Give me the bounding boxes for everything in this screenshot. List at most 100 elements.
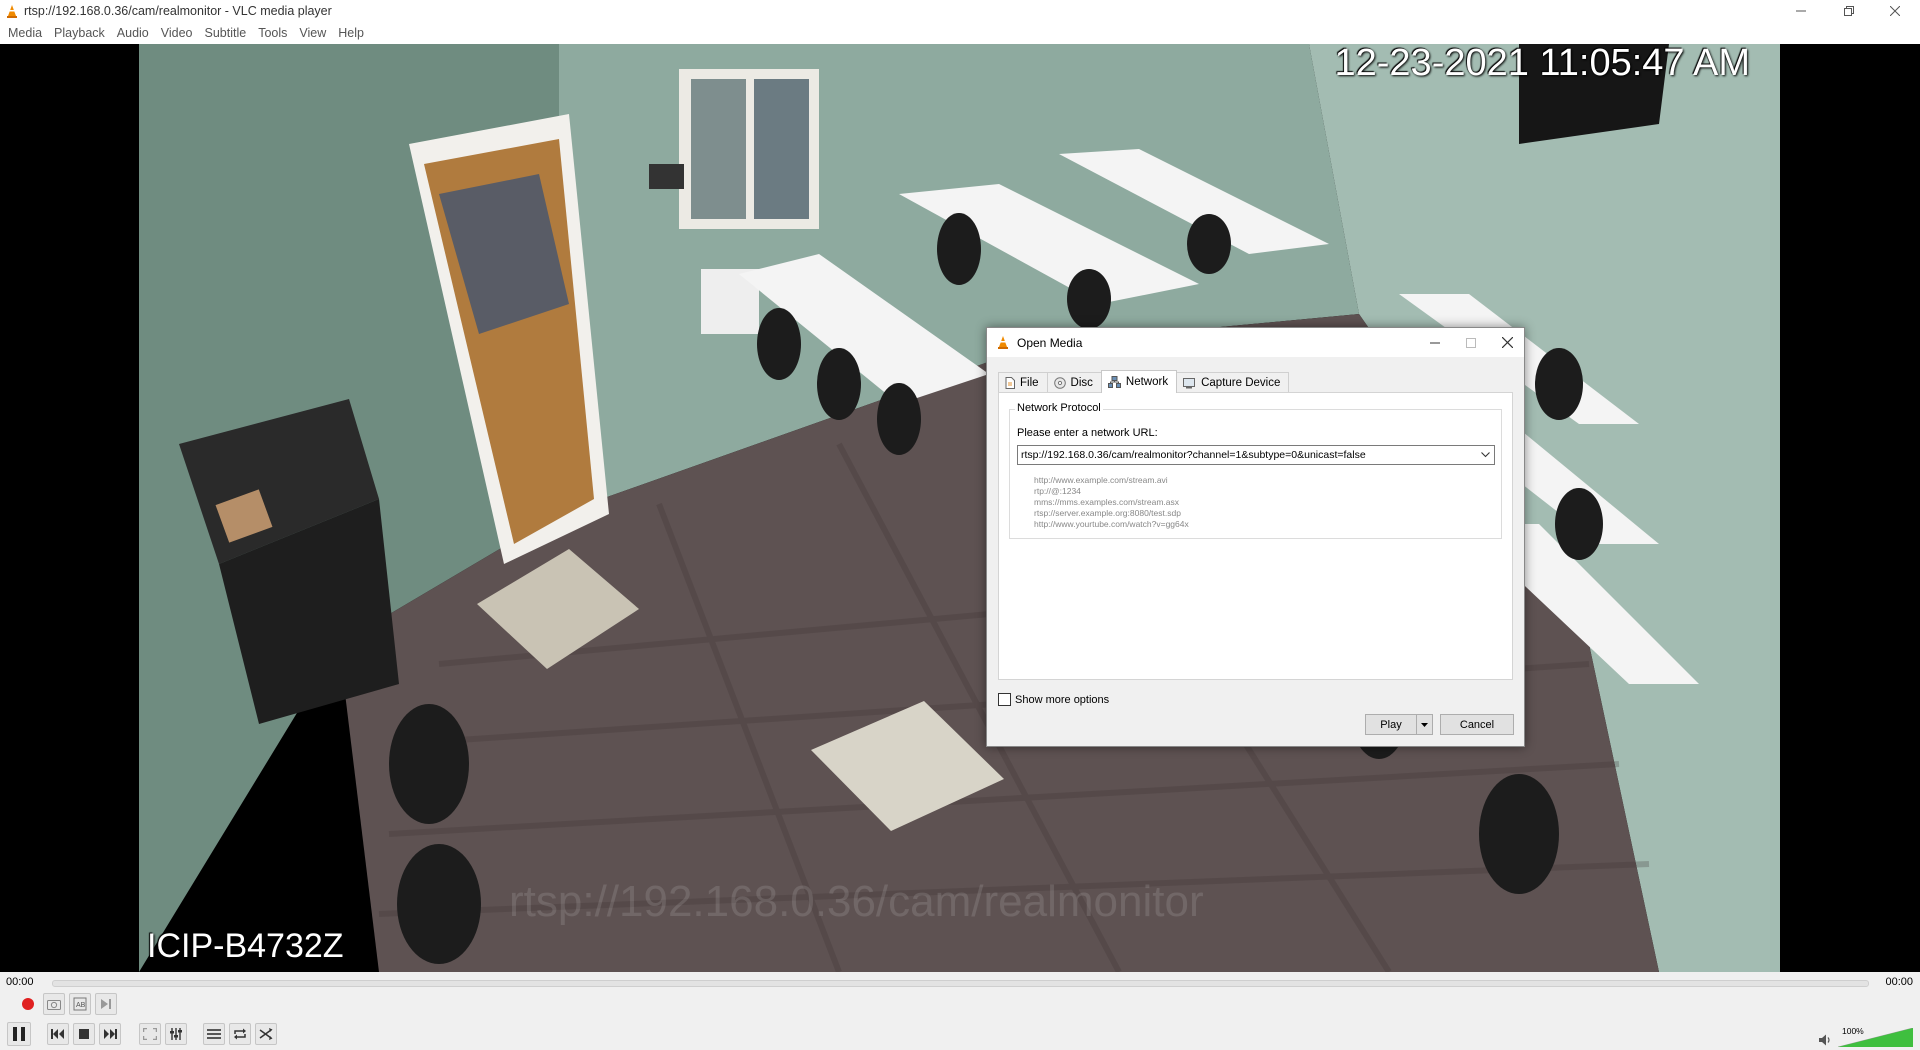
playlist-button[interactable] [203,1023,225,1045]
equalizer-icon [170,1028,182,1040]
file-icon [1005,376,1015,389]
url-examples: http://www.example.com/stream.avi rtp://… [1034,475,1189,530]
playback-controls: 00:00 00:00 [0,972,1920,1050]
menu-video[interactable]: Video [155,22,199,44]
url-label: Please enter a network URL: [1017,427,1158,439]
restore-icon [1844,6,1854,16]
dialog-title: Open Media [1017,336,1083,350]
menu-audio[interactable]: Audio [111,22,155,44]
open-media-dialog: Open Media File Disc Network Capture Dev… [986,327,1525,747]
svg-text:AB: AB [76,1002,86,1009]
restore-button[interactable] [1826,0,1872,22]
disc-icon [1053,376,1066,389]
shuffle-button[interactable] [255,1023,277,1045]
stop-button[interactable] [73,1023,95,1045]
menu-tools[interactable]: Tools [252,22,293,44]
osd-timestamp: 12-23-2021 11:05:47 AM [1334,44,1751,84]
video-area[interactable]: rtsp://192.168.0.36/cam/realmonitor 12-2… [0,44,1920,972]
minimize-icon [1430,342,1440,343]
total-time: 00:00 [1885,976,1913,988]
chevron-down-icon [1480,452,1490,458]
dialog-tabs: File Disc Network Capture Device [998,370,1290,393]
pause-button[interactable] [7,1022,31,1046]
window-titlebar: rtsp://192.168.0.36/cam/realmonitor - VL… [0,0,1920,22]
menu-media[interactable]: Media [2,22,48,44]
pause-icon [13,1027,25,1041]
example-url: rtsp://server.example.org:8080/test.sdp [1034,508,1181,518]
network-tab-pane: Network Protocol Please enter a network … [998,392,1513,680]
example-url: rtp://@:1234 [1034,486,1081,496]
fullscreen-button[interactable] [139,1023,161,1045]
menu-playback[interactable]: Playback [48,22,111,44]
show-more-options-checkbox[interactable] [998,693,1011,706]
speaker-icon[interactable] [1819,1034,1833,1046]
shuffle-icon [259,1028,273,1040]
url-dropdown-button[interactable] [1478,449,1492,461]
skip-next-icon [104,1029,117,1039]
tab-file-label: File [1020,376,1039,389]
tab-file[interactable]: File [998,372,1048,392]
minimize-button[interactable] [1778,0,1824,22]
loop-button[interactable] [229,1023,251,1045]
menu-subtitle[interactable]: Subtitle [199,22,253,44]
url-combobox[interactable] [1017,445,1495,465]
group-title: Network Protocol [1015,402,1103,414]
dialog-titlebar: Open Media [987,328,1524,357]
dialog-maximize-button[interactable] [1453,328,1489,357]
play-button-label: Play [1380,718,1402,731]
extended-settings-button[interactable] [165,1023,187,1045]
minimize-icon [1796,10,1806,12]
osd-camera-name: ICIP-B4732Z [147,927,344,965]
show-more-options-label: Show more options [1015,693,1110,706]
network-protocol-group: Network Protocol Please enter a network … [1009,402,1502,539]
close-icon [1501,337,1513,348]
cancel-button[interactable]: Cancel [1440,714,1514,735]
caret-down-icon [1421,722,1428,727]
tab-disc-label: Disc [1070,376,1093,389]
room-scene [139,44,1780,972]
vlc-cone-icon [7,5,17,18]
seek-bar[interactable] [52,980,1869,987]
elapsed-time: 00:00 [6,976,34,988]
tab-network[interactable]: Network [1100,370,1178,393]
repeat-icon [234,1028,246,1040]
play-button[interactable]: Play [1365,714,1433,735]
tab-network-label: Network [1125,376,1169,388]
frame-step-button[interactable] [95,993,117,1015]
stop-icon [79,1029,89,1039]
vlc-cone-icon [998,336,1008,349]
loop-ab-button[interactable]: AB [69,993,91,1015]
frame-step-icon [101,999,111,1009]
menu-view[interactable]: View [293,22,332,44]
tab-capture-device[interactable]: Capture Device [1176,372,1290,392]
example-url: http://www.yourtube.com/watch?v=gg64x [1034,519,1189,529]
previous-button[interactable] [47,1023,69,1045]
window-title: rtsp://192.168.0.36/cam/realmonitor - VL… [24,4,332,18]
maximize-icon [1466,337,1476,348]
dialog-close-button[interactable] [1489,328,1525,357]
close-button[interactable] [1872,0,1918,22]
play-options-dropdown[interactable] [1417,722,1432,727]
fullscreen-icon [143,1028,157,1040]
menu-help[interactable]: Help [332,22,370,44]
tab-capture-device-label: Capture Device [1201,376,1281,389]
network-icon [1107,376,1121,388]
camera-feed: rtsp://192.168.0.36/cam/realmonitor 12-2… [139,44,1780,972]
volume-slider[interactable] [1838,1028,1913,1047]
url-input[interactable] [1018,446,1476,464]
camera-icon [47,1000,61,1010]
record-icon [22,998,34,1010]
tab-disc[interactable]: Disc [1046,372,1102,392]
dialog-minimize-button[interactable] [1417,328,1453,357]
close-icon [1890,6,1900,16]
skip-previous-icon [51,1029,64,1039]
record-button[interactable] [17,993,39,1015]
example-url: mms://mms.examples.com/stream.asx [1034,497,1179,507]
stream-watermark: rtsp://192.168.0.36/cam/realmonitor [509,877,1204,926]
next-button[interactable] [99,1023,121,1045]
example-url: http://www.example.com/stream.avi [1034,475,1168,485]
snapshot-button[interactable] [43,993,65,1015]
menu-bar: Media Playback Audio Video Subtitle Tool… [0,22,1920,44]
show-more-options[interactable]: Show more options [998,693,1109,706]
loop-ab-icon: AB [73,997,87,1011]
